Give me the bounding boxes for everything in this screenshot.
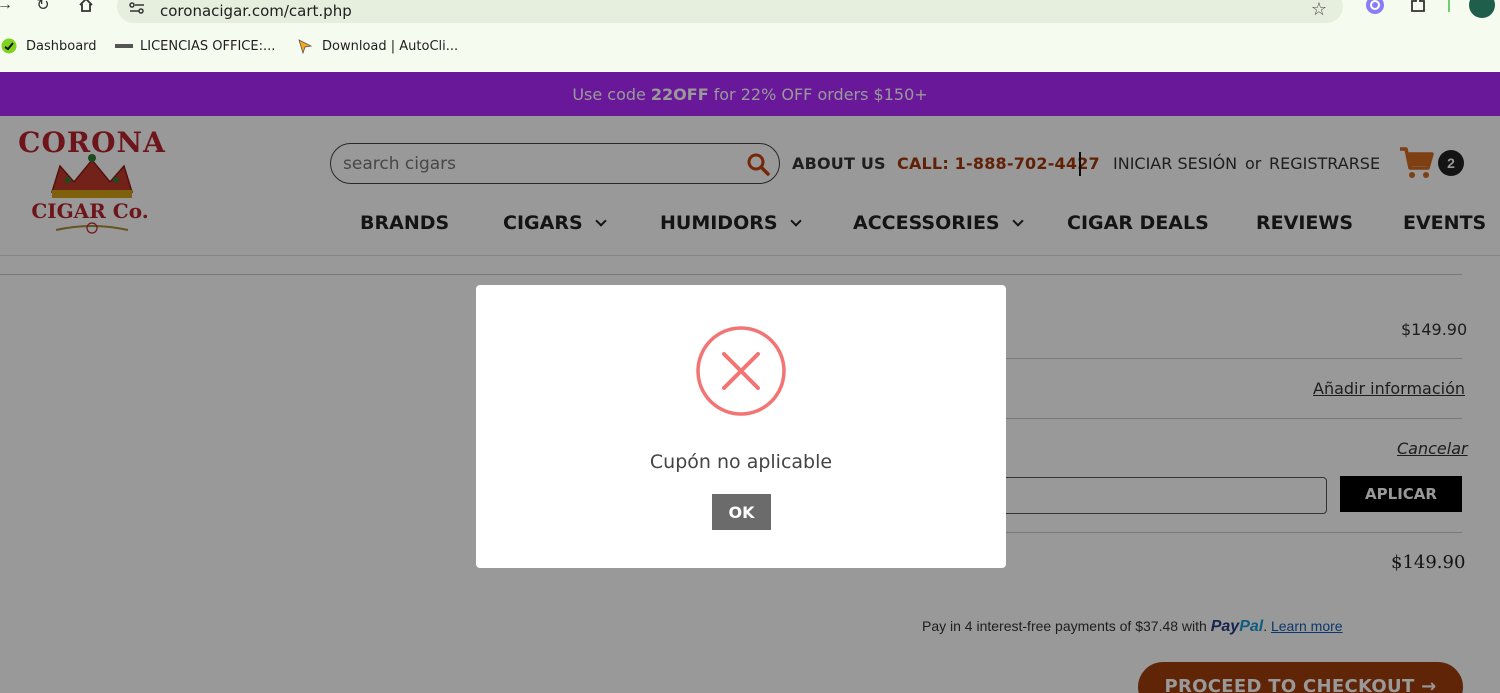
bookmark-label: LICENCIAS OFFICE:...	[140, 38, 276, 54]
url-text: coronacigar.com/cart.php	[160, 2, 352, 20]
extension-icon[interactable]	[1365, 0, 1385, 15]
bookmark-label: Dashboard	[26, 38, 97, 54]
bookmark-licencias[interactable]: LICENCIAS OFFICE:...	[115, 33, 275, 59]
browser-chrome: → ↻ coronacigar.com/cart.php ☆ Dashboard…	[0, 0, 1500, 72]
forward-icon[interactable]: →	[0, 0, 16, 16]
home-icon[interactable]	[75, 0, 97, 16]
toolbar-divider	[1448, 0, 1450, 12]
profile-avatar[interactable]	[1469, 0, 1495, 18]
coupon-error-dialog: Cupón no aplicable OK	[476, 285, 1006, 568]
address-bar[interactable]: coronacigar.com/cart.php ☆	[117, 0, 1343, 23]
dashboard-favicon-icon	[1, 38, 17, 54]
reload-icon[interactable]: ↻	[32, 0, 54, 16]
extensions-puzzle-icon[interactable]	[1408, 0, 1428, 15]
bookmark-dashboard[interactable]: Dashboard	[1, 33, 97, 59]
browser-toolbar: → ↻ coronacigar.com/cart.php ☆	[0, 0, 1500, 26]
site-info-icon[interactable]	[129, 2, 145, 14]
licencias-favicon-icon	[115, 44, 133, 48]
ok-button[interactable]: OK	[712, 494, 771, 530]
dialog-message: Cupón no aplicable	[649, 451, 833, 473]
bookmark-star-icon[interactable]: ☆	[1311, 0, 1327, 20]
bookmarks-bar: Dashboard LICENCIAS OFFICE:... Download …	[0, 33, 1500, 59]
bookmark-autocli[interactable]: Download | AutoCli...	[297, 33, 458, 59]
bookmark-label: Download | AutoCli...	[322, 38, 459, 54]
autocli-favicon-icon	[297, 38, 313, 55]
error-x-icon	[696, 326, 786, 416]
